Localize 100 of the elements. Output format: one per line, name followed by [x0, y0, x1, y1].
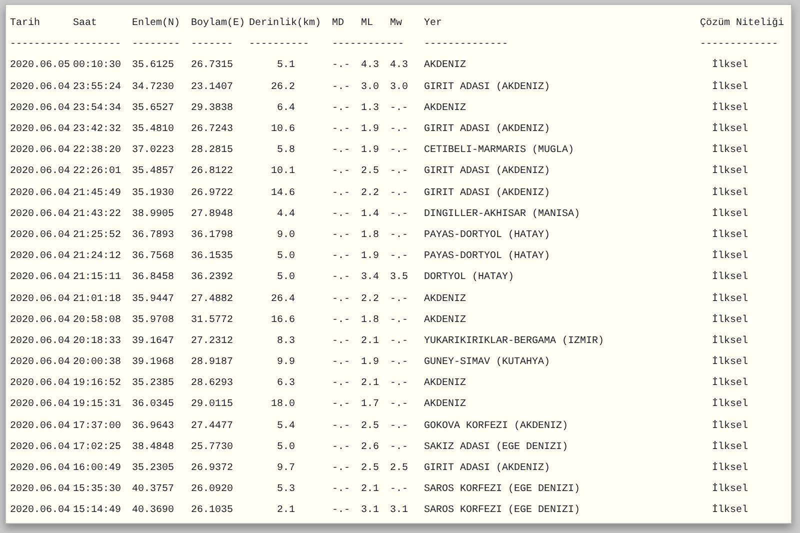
table-cell-text: İlksel — [711, 145, 748, 156]
table-cell-text: İlksel — [711, 442, 748, 453]
table-cell: 22:26:01 — [73, 166, 122, 178]
table-cell-text: İlksel — [711, 82, 748, 93]
table-cell: 1.8 — [361, 314, 380, 326]
table-cell: 2.5 — [390, 463, 408, 474]
table-cell-text: İlksel — [711, 272, 748, 284]
table-cell: 35.6527 — [132, 102, 174, 114]
table-cell: 2.2 — [361, 188, 380, 199]
table-cell-text: 16.6 — [270, 314, 296, 326]
table-cell-text: İlksel — [711, 208, 748, 220]
table-cell: -.- — [390, 230, 408, 241]
table-cell: 38.9905 — [132, 208, 174, 220]
table-cell: 20:18:33 — [73, 336, 122, 347]
table-cell: 36.9643 — [132, 420, 174, 432]
table-cell: 2.5 — [361, 166, 380, 178]
table-cell-text: 5.0 — [276, 442, 296, 453]
table-cell: SAROS KORFEZI (EGE DENIZI) — [424, 484, 580, 496]
table-cell: 20:00:38 — [73, 357, 122, 368]
table-cell: 3.4 — [361, 272, 380, 284]
table-cell: 3.1 — [361, 505, 380, 516]
table-cell: -.- — [390, 208, 408, 220]
table-cell: GIRIT ADASI (AKDENIZ) — [424, 82, 550, 93]
table-cell-text: 9.9 — [276, 357, 296, 368]
table-cell: -.- — [332, 230, 350, 241]
table-cell: 1.7 — [361, 399, 380, 410]
table-cell: AKDENIZ — [424, 294, 466, 305]
table-cell: 2020.06.04 — [10, 442, 70, 453]
table-cell-text: 14.6 — [270, 188, 296, 199]
table-cell: PAYAS-DORTYOL (HATAY) — [424, 230, 550, 241]
table-cell: 2020.06.04 — [10, 230, 70, 241]
header-rule: ------------ — [332, 39, 404, 50]
table-cell: -.- — [332, 294, 350, 305]
table-cell: 3.0 — [390, 82, 408, 93]
table-cell: 17:37:00 — [73, 420, 122, 432]
table-cell: -.- — [390, 145, 408, 156]
table-cell: -.- — [390, 420, 408, 432]
table-cell-text: 9.7 — [276, 463, 296, 474]
table-cell: 19:16:52 — [73, 378, 122, 390]
table-cell-text: İlksel — [711, 484, 748, 496]
table-cell-text: İlksel — [711, 399, 748, 410]
table-cell-text: 9.0 — [276, 230, 296, 241]
table-cell: AKDENIZ — [424, 399, 466, 410]
table-cell: 23.1407 — [191, 82, 234, 93]
table-cell: SAKIZ ADASI (EGE DENIZI) — [424, 442, 568, 453]
table-cell-text: 5.0 — [276, 251, 296, 262]
table-cell-text: İlksel — [711, 102, 748, 114]
table-cell: -.- — [390, 102, 408, 114]
table-cell-text: İlksel — [711, 166, 748, 178]
table-cell: -.- — [390, 484, 408, 496]
header-rule: -------------- — [424, 39, 508, 50]
table-cell: 23:42:32 — [73, 124, 122, 136]
header-rule: -------- — [132, 39, 180, 50]
column-header: Saat — [73, 18, 98, 30]
table-cell: 15:35:30 — [73, 484, 122, 496]
table-cell: -.- — [332, 60, 350, 72]
table-cell: 2.1 — [361, 378, 380, 390]
table-cell: 2020.06.04 — [10, 124, 70, 136]
header-rule: ------------- — [700, 39, 778, 50]
table-cell: 2020.06.04 — [10, 102, 70, 114]
table-cell: 35.1930 — [132, 188, 174, 199]
table-cell: 36.7568 — [132, 251, 174, 262]
table-cell: SAROS KORFEZI (EGE DENIZI) — [424, 505, 580, 516]
table-cell: 2020.06.05 — [10, 60, 70, 72]
table-cell: 36.1535 — [191, 251, 234, 262]
table-cell: 2020.06.04 — [10, 272, 70, 284]
table-cell: 35.6125 — [132, 60, 174, 72]
table-cell-text: İlksel — [711, 294, 748, 305]
table-cell: -.- — [390, 357, 408, 368]
table-cell: 3.0 — [361, 82, 380, 93]
table-cell: -.- — [332, 336, 350, 347]
table-cell: -.- — [332, 357, 350, 368]
table-cell: 2020.06.04 — [10, 420, 70, 432]
table-cell: 21:25:52 — [73, 230, 122, 241]
table-cell: 26.0920 — [191, 484, 234, 496]
table-cell: -.- — [332, 251, 350, 262]
table-cell: 39.1968 — [132, 357, 174, 368]
table-cell: 2020.06.04 — [10, 484, 70, 496]
table-cell: 34.7230 — [132, 82, 174, 93]
table-cell: 2020.06.04 — [10, 82, 70, 93]
table-cell-text: İlksel — [711, 505, 748, 516]
table-cell: 2.5 — [361, 420, 380, 432]
table-cell: -.- — [390, 378, 408, 390]
table-cell: 39.1647 — [132, 336, 174, 347]
table-cell-text: 5.1 — [276, 60, 296, 72]
table-cell: 22:38:20 — [73, 145, 122, 156]
table-cell: 29.0115 — [191, 399, 234, 410]
table-cell: AKDENIZ — [424, 314, 466, 326]
table-cell: -.- — [332, 166, 350, 178]
table-cell: -.- — [332, 442, 350, 453]
table-cell: -.- — [390, 314, 408, 326]
table-cell-text: 10.6 — [270, 124, 296, 136]
table-cell: -.- — [332, 378, 350, 390]
table-cell: 27.4477 — [191, 420, 234, 432]
table-cell: 27.2312 — [191, 336, 234, 347]
table-cell: 1.9 — [361, 124, 380, 136]
table-cell: -.- — [332, 145, 350, 156]
table-cell-text: 6.3 — [276, 378, 296, 390]
table-cell: -.- — [332, 463, 350, 474]
table-cell: -.- — [332, 505, 350, 516]
